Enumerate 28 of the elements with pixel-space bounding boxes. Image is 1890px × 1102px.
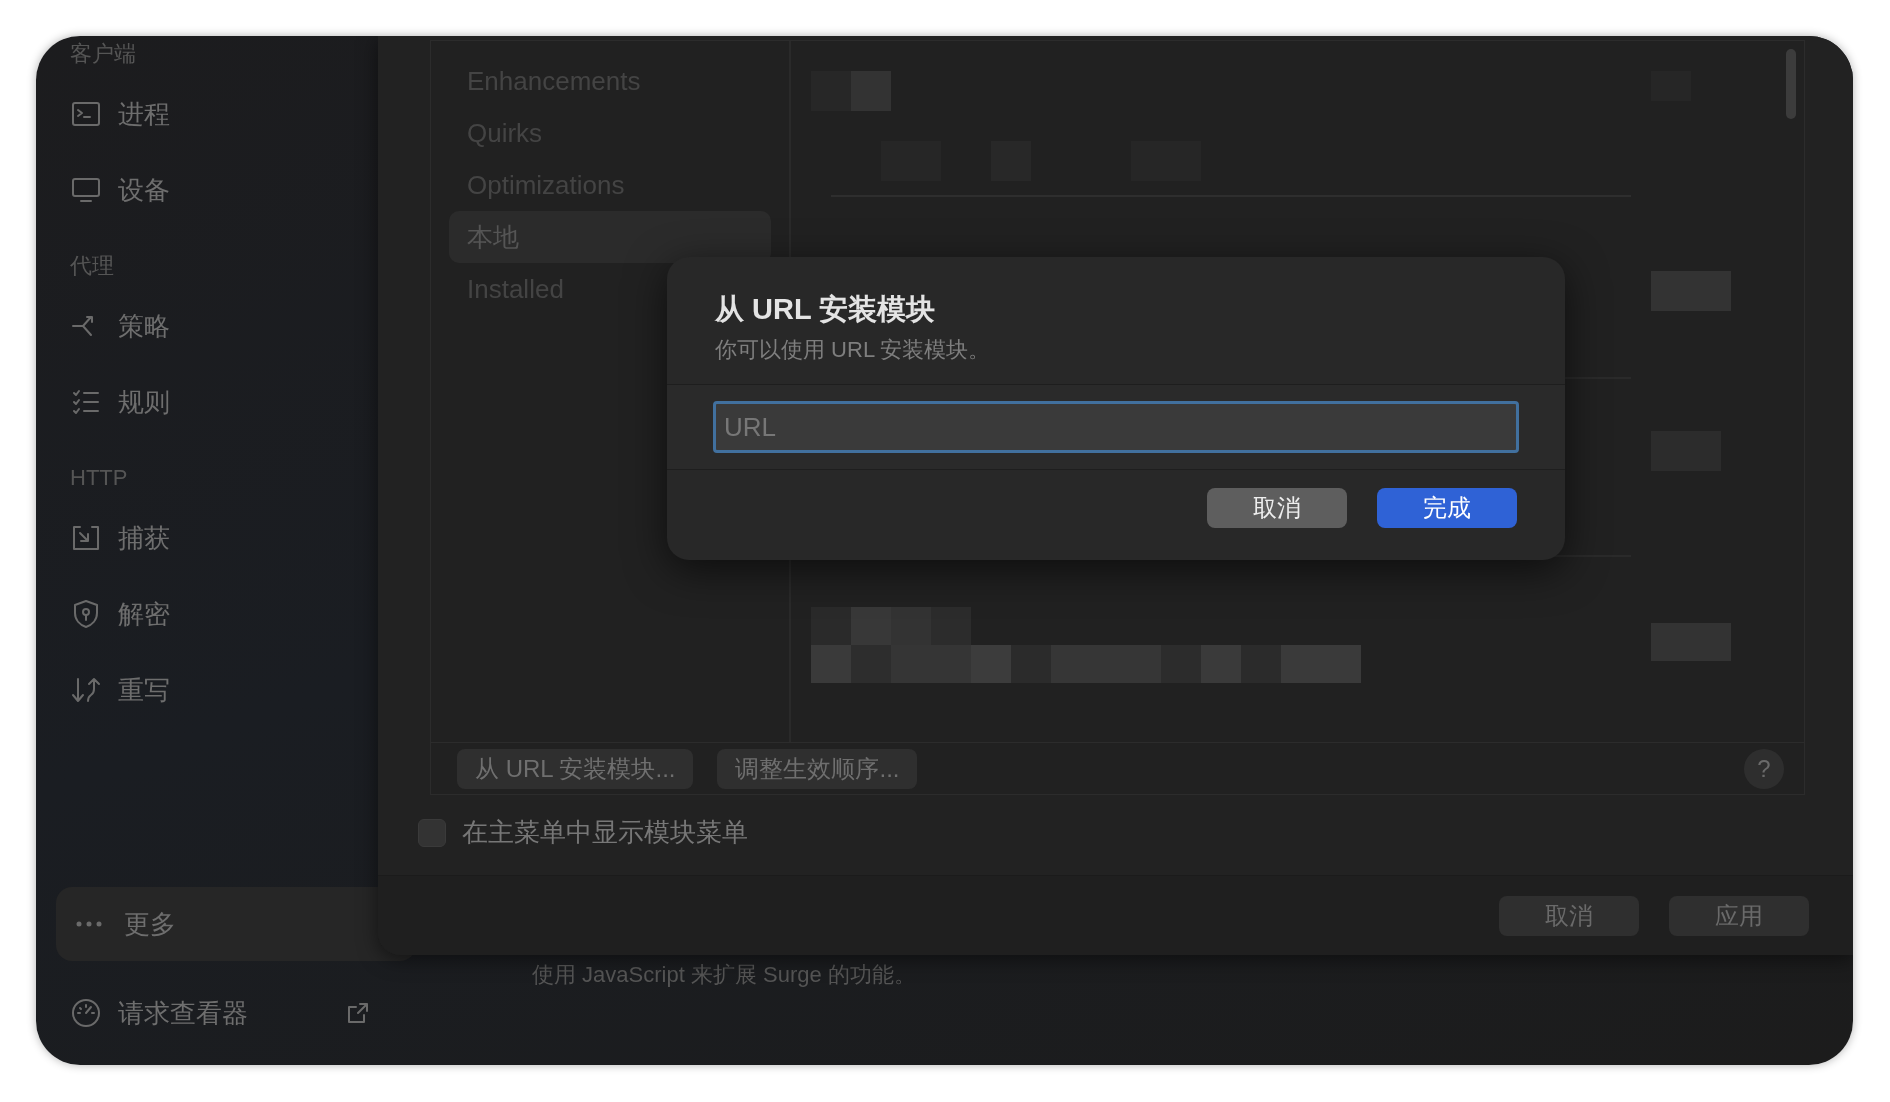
footer-button[interactable]: 取消 [1499, 895, 1639, 936]
help-button[interactable]: ? [1744, 748, 1784, 789]
section-header: 客户端 [69, 40, 137, 68]
url-input-field[interactable]: URL [713, 401, 1519, 453]
sidebar-item[interactable]: 请求查看器 [118, 993, 248, 1033]
section-header: 代理 [69, 252, 115, 280]
sidebar-item[interactable]: 解密 [118, 594, 170, 634]
sidebar-item[interactable]: 进程 [118, 94, 170, 134]
dialog-title: 从 URL 安装模块 [715, 292, 937, 327]
sidebar-item[interactable]: 策略 [118, 306, 170, 346]
description-text: 使用 JavaScript 来扩展 Surge 的功能。 [532, 961, 916, 989]
gauge-icon [70, 997, 102, 1029]
scrollbar-thumb [1784, 49, 1798, 119]
checkbox-label: 在主菜单中显示模块菜单 [462, 816, 748, 849]
done-button[interactable]: 完成 [1377, 488, 1517, 528]
toolbar-button[interactable]: 调整生效顺序... [717, 748, 918, 789]
toolbar-button[interactable]: 从 URL 安装模块... [457, 748, 694, 789]
external-link-icon [346, 1001, 370, 1025]
sidebar-item[interactable]: 重写 [118, 670, 170, 710]
sidebar-item[interactable]: 设备 [118, 170, 170, 210]
section-header: HTTP [69, 464, 129, 492]
checkbox[interactable] [418, 818, 446, 847]
sidebar-item[interactable]: 捕获 [118, 518, 170, 558]
dialog-subtitle: 你可以使用 URL 安装模块。 [715, 336, 992, 364]
sidebar-item[interactable]: 规则 [118, 382, 170, 422]
cancel-button[interactable]: 取消 [1207, 488, 1347, 528]
more-icon [76, 920, 102, 928]
footer-button[interactable]: 应用 [1669, 895, 1809, 936]
